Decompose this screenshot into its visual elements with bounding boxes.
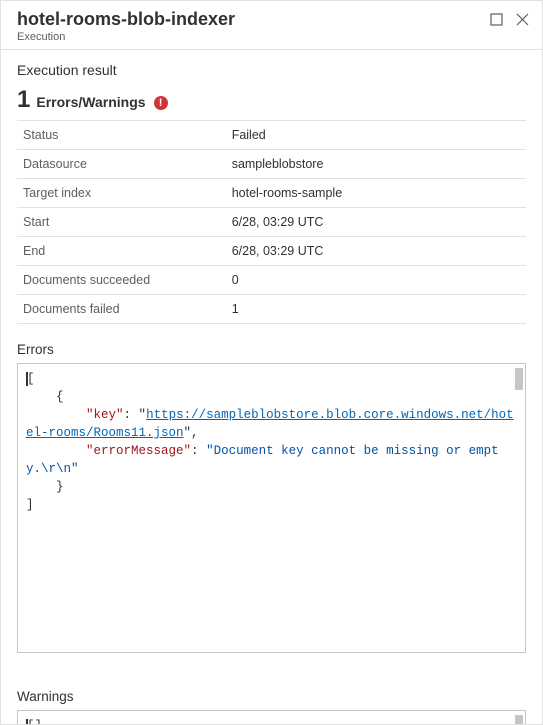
detail-label: End xyxy=(17,236,226,265)
error-badge-icon: ! xyxy=(154,96,168,110)
detail-label: Target index xyxy=(17,178,226,207)
detail-label: Documents succeeded xyxy=(17,265,226,294)
header-actions xyxy=(488,9,530,27)
maximize-icon xyxy=(490,13,503,26)
table-row: Documents succeeded 0 xyxy=(17,265,526,294)
table-row: Datasource sampleblobstore xyxy=(17,149,526,178)
panel-header: hotel-rooms-blob-indexer Execution xyxy=(1,1,542,50)
errors-json-box[interactable]: [ { "key": "https://sampleblobstore.blob… xyxy=(17,363,526,653)
errors-warnings-summary: 1 Errors/Warnings ! xyxy=(17,86,526,114)
detail-value: 0 xyxy=(226,265,526,294)
panel-title: hotel-rooms-blob-indexer xyxy=(17,9,488,31)
errors-warnings-count: 1 xyxy=(17,86,30,114)
table-row: Documents failed 1 xyxy=(17,294,526,323)
close-icon xyxy=(516,13,529,26)
json-key: "key" xyxy=(86,408,124,422)
detail-label: Documents failed xyxy=(17,294,226,323)
table-row: End 6/28, 03:29 UTC xyxy=(17,236,526,265)
table-row: Start 6/28, 03:29 UTC xyxy=(17,207,526,236)
scrollbar[interactable] xyxy=(515,368,523,390)
detail-value: Failed xyxy=(226,120,526,149)
maximize-button[interactable] xyxy=(488,11,504,27)
detail-value: hotel-rooms-sample xyxy=(226,178,526,207)
detail-label: Status xyxy=(17,120,226,149)
table-row: Status Failed xyxy=(17,120,526,149)
scrollbar[interactable] xyxy=(515,715,523,724)
table-row: Target index hotel-rooms-sample xyxy=(17,178,526,207)
panel-subtitle: Execution xyxy=(17,31,488,43)
detail-value: 6/28, 03:29 UTC xyxy=(226,207,526,236)
execution-panel: hotel-rooms-blob-indexer Execution Execu… xyxy=(0,0,543,725)
errors-heading: Errors xyxy=(17,342,526,357)
warnings-json-box[interactable]: [] xyxy=(17,710,526,724)
panel-content: Execution result 1 Errors/Warnings ! Sta… xyxy=(1,50,542,724)
execution-details-table: Status Failed Datasource sampleblobstore… xyxy=(17,120,526,324)
warnings-body: [] xyxy=(27,719,42,724)
close-button[interactable] xyxy=(514,11,530,27)
detail-label: Start xyxy=(17,207,226,236)
detail-value: sampleblobstore xyxy=(226,149,526,178)
detail-label: Datasource xyxy=(17,149,226,178)
execution-result-heading: Execution result xyxy=(17,62,526,78)
errors-warnings-label: Errors/Warnings xyxy=(36,94,145,110)
detail-value: 1 xyxy=(226,294,526,323)
warnings-heading: Warnings xyxy=(17,689,526,704)
header-titles: hotel-rooms-blob-indexer Execution xyxy=(17,9,488,43)
json-key: "errorMessage" xyxy=(86,444,191,458)
detail-value: 6/28, 03:29 UTC xyxy=(226,236,526,265)
